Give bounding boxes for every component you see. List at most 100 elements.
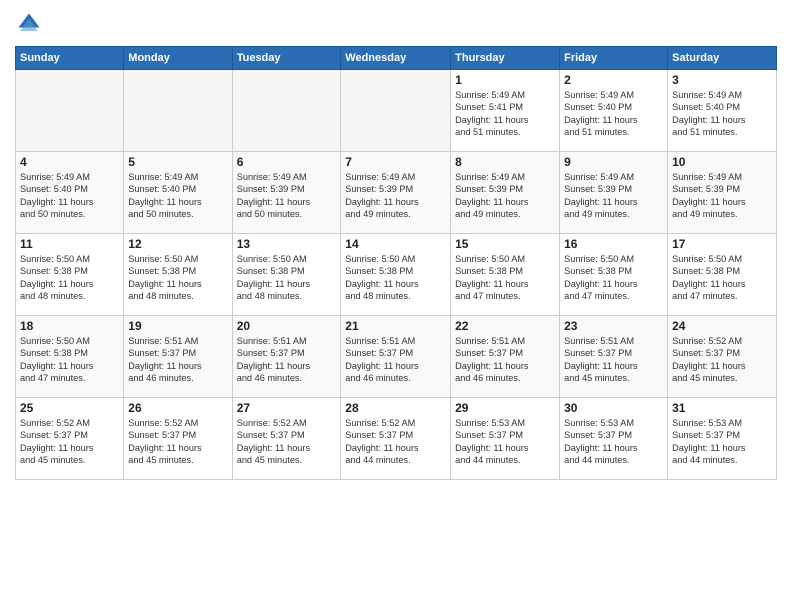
day-cell: 2 Sunrise: 5:49 AMSunset: 5:40 PMDaylight… [560, 70, 668, 152]
day-number: 20 [237, 319, 337, 333]
day-number: 26 [128, 401, 227, 415]
day-cell: 26 Sunrise: 5:52 AMSunset: 5:37 PMDayligh… [124, 398, 232, 480]
day-number: 30 [564, 401, 663, 415]
day-cell: 19 Sunrise: 5:51 AMSunset: 5:37 PMDayligh… [124, 316, 232, 398]
day-cell: 22 Sunrise: 5:51 AMSunset: 5:37 PMDayligh… [451, 316, 560, 398]
day-cell: 13 Sunrise: 5:50 AMSunset: 5:38 PMDayligh… [232, 234, 341, 316]
day-info: Sunrise: 5:52 AMSunset: 5:37 PMDaylight:… [128, 417, 227, 467]
day-info: Sunrise: 5:51 AMSunset: 5:37 PMDaylight:… [564, 335, 663, 385]
day-number: 31 [672, 401, 772, 415]
day-info: Sunrise: 5:50 AMSunset: 5:38 PMDaylight:… [345, 253, 446, 303]
day-cell: 25 Sunrise: 5:52 AMSunset: 5:37 PMDayligh… [16, 398, 124, 480]
day-number: 17 [672, 237, 772, 251]
week-row-1: 1Sunrise: 5:49 AMSunset: 5:41 PMDaylight… [16, 70, 777, 152]
day-info: Sunrise: 5:49 AMSunset: 5:40 PMDaylight:… [564, 89, 663, 139]
day-number: 18 [20, 319, 119, 333]
day-number: 21 [345, 319, 446, 333]
weekday-header-row: SundayMondayTuesdayWednesdayThursdayFrid… [16, 47, 777, 70]
day-info: Sunrise: 5:52 AMSunset: 5:37 PMDaylight:… [345, 417, 446, 467]
week-row-2: 4 Sunrise: 5:49 AMSunset: 5:40 PMDaylight… [16, 152, 777, 234]
day-cell [16, 70, 124, 152]
day-number: 5 [128, 155, 227, 169]
day-cell: 5 Sunrise: 5:49 AMSunset: 5:40 PMDaylight… [124, 152, 232, 234]
weekday-tuesday: Tuesday [232, 47, 341, 70]
day-number: 15 [455, 237, 555, 251]
day-cell: 7 Sunrise: 5:49 AMSunset: 5:39 PMDaylight… [341, 152, 451, 234]
day-cell [341, 70, 451, 152]
day-cell: 14 Sunrise: 5:50 AMSunset: 5:38 PMDayligh… [341, 234, 451, 316]
day-number: 22 [455, 319, 555, 333]
day-cell [232, 70, 341, 152]
day-info: Sunrise: 5:52 AMSunset: 5:37 PMDaylight:… [672, 335, 772, 385]
day-info: Sunrise: 5:52 AMSunset: 5:37 PMDaylight:… [20, 417, 119, 467]
day-info: Sunrise: 5:51 AMSunset: 5:37 PMDaylight:… [237, 335, 337, 385]
page: SundayMondayTuesdayWednesdayThursdayFrid… [0, 0, 792, 612]
day-number: 2 [564, 73, 663, 87]
week-row-5: 25 Sunrise: 5:52 AMSunset: 5:37 PMDayligh… [16, 398, 777, 480]
day-info: Sunrise: 5:49 AMSunset: 5:39 PMDaylight:… [564, 171, 663, 221]
day-number: 7 [345, 155, 446, 169]
day-cell: 28 Sunrise: 5:52 AMSunset: 5:37 PMDayligh… [341, 398, 451, 480]
day-number: 1 [455, 73, 555, 87]
day-number: 16 [564, 237, 663, 251]
day-number: 14 [345, 237, 446, 251]
day-number: 12 [128, 237, 227, 251]
day-number: 24 [672, 319, 772, 333]
day-cell: 31 Sunrise: 5:53 AMSunset: 5:37 PMDayligh… [668, 398, 777, 480]
day-number: 4 [20, 155, 119, 169]
calendar-table: SundayMondayTuesdayWednesdayThursdayFrid… [15, 46, 777, 480]
day-info: Sunrise: 5:50 AMSunset: 5:38 PMDaylight:… [455, 253, 555, 303]
week-row-4: 18 Sunrise: 5:50 AMSunset: 5:38 PMDayligh… [16, 316, 777, 398]
weekday-wednesday: Wednesday [341, 47, 451, 70]
day-cell: 29 Sunrise: 5:53 AMSunset: 5:37 PMDayligh… [451, 398, 560, 480]
day-number: 25 [20, 401, 119, 415]
day-cell: 10Sunrise: 5:49 AMSunset: 5:39 PMDayligh… [668, 152, 777, 234]
day-cell: 27Sunrise: 5:52 AMSunset: 5:37 PMDayligh… [232, 398, 341, 480]
day-cell: 9 Sunrise: 5:49 AMSunset: 5:39 PMDaylight… [560, 152, 668, 234]
day-info: Sunrise: 5:50 AMSunset: 5:38 PMDaylight:… [20, 335, 119, 385]
day-info: Sunrise: 5:50 AMSunset: 5:38 PMDaylight:… [20, 253, 119, 303]
day-info: Sunrise: 5:53 AMSunset: 5:37 PMDaylight:… [672, 417, 772, 467]
day-cell: 1Sunrise: 5:49 AMSunset: 5:41 PMDaylight… [451, 70, 560, 152]
header [15, 10, 777, 38]
day-cell: 20 Sunrise: 5:51 AMSunset: 5:37 PMDayligh… [232, 316, 341, 398]
week-row-3: 11 Sunrise: 5:50 AMSunset: 5:38 PMDayligh… [16, 234, 777, 316]
day-cell: 18 Sunrise: 5:50 AMSunset: 5:38 PMDayligh… [16, 316, 124, 398]
day-cell: 16 Sunrise: 5:50 AMSunset: 5:38 PMDayligh… [560, 234, 668, 316]
day-info: Sunrise: 5:49 AMSunset: 5:40 PMDaylight:… [672, 89, 772, 139]
day-number: 9 [564, 155, 663, 169]
day-number: 29 [455, 401, 555, 415]
day-number: 27 [237, 401, 337, 415]
day-info: Sunrise: 5:49 AMSunset: 5:39 PMDaylight:… [345, 171, 446, 221]
day-number: 19 [128, 319, 227, 333]
day-info: Sunrise: 5:49 AMSunset: 5:39 PMDaylight:… [672, 171, 772, 221]
day-number: 13 [237, 237, 337, 251]
day-cell: 12Sunrise: 5:50 AMSunset: 5:38 PMDayligh… [124, 234, 232, 316]
day-info: Sunrise: 5:53 AMSunset: 5:37 PMDaylight:… [564, 417, 663, 467]
day-info: Sunrise: 5:51 AMSunset: 5:37 PMDaylight:… [345, 335, 446, 385]
logo [15, 10, 47, 38]
day-info: Sunrise: 5:50 AMSunset: 5:38 PMDaylight:… [237, 253, 337, 303]
day-info: Sunrise: 5:51 AMSunset: 5:37 PMDaylight:… [455, 335, 555, 385]
day-info: Sunrise: 5:50 AMSunset: 5:38 PMDaylight:… [672, 253, 772, 303]
day-number: 28 [345, 401, 446, 415]
day-cell: 6 Sunrise: 5:49 AMSunset: 5:39 PMDaylight… [232, 152, 341, 234]
day-info: Sunrise: 5:51 AMSunset: 5:37 PMDaylight:… [128, 335, 227, 385]
day-info: Sunrise: 5:49 AMSunset: 5:40 PMDaylight:… [128, 171, 227, 221]
day-cell: 4 Sunrise: 5:49 AMSunset: 5:40 PMDaylight… [16, 152, 124, 234]
day-info: Sunrise: 5:49 AMSunset: 5:40 PMDaylight:… [20, 171, 119, 221]
day-info: Sunrise: 5:49 AMSunset: 5:39 PMDaylight:… [455, 171, 555, 221]
day-info: Sunrise: 5:50 AMSunset: 5:38 PMDaylight:… [564, 253, 663, 303]
weekday-friday: Friday [560, 47, 668, 70]
day-number: 6 [237, 155, 337, 169]
day-number: 11 [20, 237, 119, 251]
day-number: 23 [564, 319, 663, 333]
logo-icon [15, 10, 43, 38]
weekday-sunday: Sunday [16, 47, 124, 70]
day-cell [124, 70, 232, 152]
day-info: Sunrise: 5:53 AMSunset: 5:37 PMDaylight:… [455, 417, 555, 467]
day-number: 3 [672, 73, 772, 87]
day-number: 8 [455, 155, 555, 169]
day-info: Sunrise: 5:49 AMSunset: 5:39 PMDaylight:… [237, 171, 337, 221]
day-cell: 11 Sunrise: 5:50 AMSunset: 5:38 PMDayligh… [16, 234, 124, 316]
